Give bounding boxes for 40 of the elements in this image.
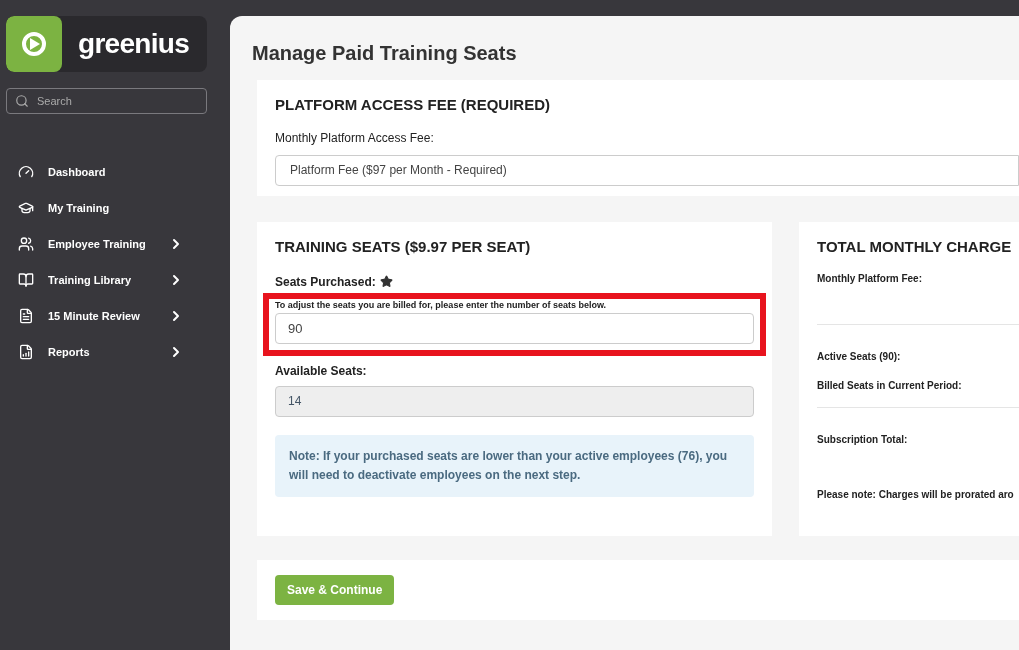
play-logo-icon [20, 30, 48, 58]
summary-label: Billed Seats in Current Period: [817, 378, 963, 393]
nav-item[interactable]: Employee Training [6, 226, 224, 262]
section-heading: TRAINING SEATS ($9.97 PER SEAT) [275, 237, 532, 257]
platform-fee-select[interactable]: Platform Fee ($97 per Month - Required) [275, 154, 1019, 186]
nav-label: Training Library [48, 272, 133, 288]
info-note: Note: If your purchased seats are lower than your active employees (76), you will need to deactivate employees on the next step. [275, 434, 754, 497]
nav-item[interactable]: Training Library [6, 262, 224, 298]
summary-label: Monthly Platform Fee: [817, 271, 923, 286]
section-heading: PLATFORM ACCESS FEE (REQUIRED) [275, 95, 551, 115]
nav-item[interactable]: Reports [6, 334, 224, 370]
nav-item[interactable]: Dashboard [6, 154, 224, 190]
gauge-icon [18, 164, 34, 180]
summary-label: Subscription Total: [817, 432, 909, 447]
section-heading: TOTAL MONTHLY CHARGE [817, 237, 1013, 257]
nav-label: Reports [48, 344, 91, 360]
page-title: Manage Paid Training Seats [252, 41, 518, 66]
field-label: Seats Purchased: [275, 273, 376, 291]
field-label: Monthly Platform Access Fee: [275, 129, 435, 147]
nav-label: Employee Training [48, 236, 147, 252]
nav-label: My Training [48, 200, 111, 216]
seats-input[interactable]: 90 [275, 312, 754, 344]
book-icon [18, 272, 34, 288]
summary-label: Please note: Charges will be prorated aro [817, 487, 1015, 502]
search-icon [15, 94, 29, 108]
report-icon [18, 344, 34, 360]
nav-item[interactable]: 15 Minute Review [6, 298, 224, 334]
star-icon [379, 275, 393, 288]
available-seats-field: 14 [275, 385, 754, 417]
field-label: Available Seats: [275, 362, 368, 380]
hint-text: To adjust the seats you are billed for, please enter the number of seats below. [275, 298, 608, 311]
document-icon [18, 308, 34, 324]
users-icon [18, 236, 34, 252]
nav-label: Dashboard [48, 164, 107, 180]
nav-item[interactable]: My Training [6, 190, 224, 226]
brand-name: greenius [78, 27, 190, 61]
graduation-cap-icon [18, 200, 34, 216]
summary-label: Active Seats (90): [817, 349, 902, 364]
search-field[interactable]: Search [6, 88, 207, 114]
nav-label: 15 Minute Review [48, 308, 141, 324]
